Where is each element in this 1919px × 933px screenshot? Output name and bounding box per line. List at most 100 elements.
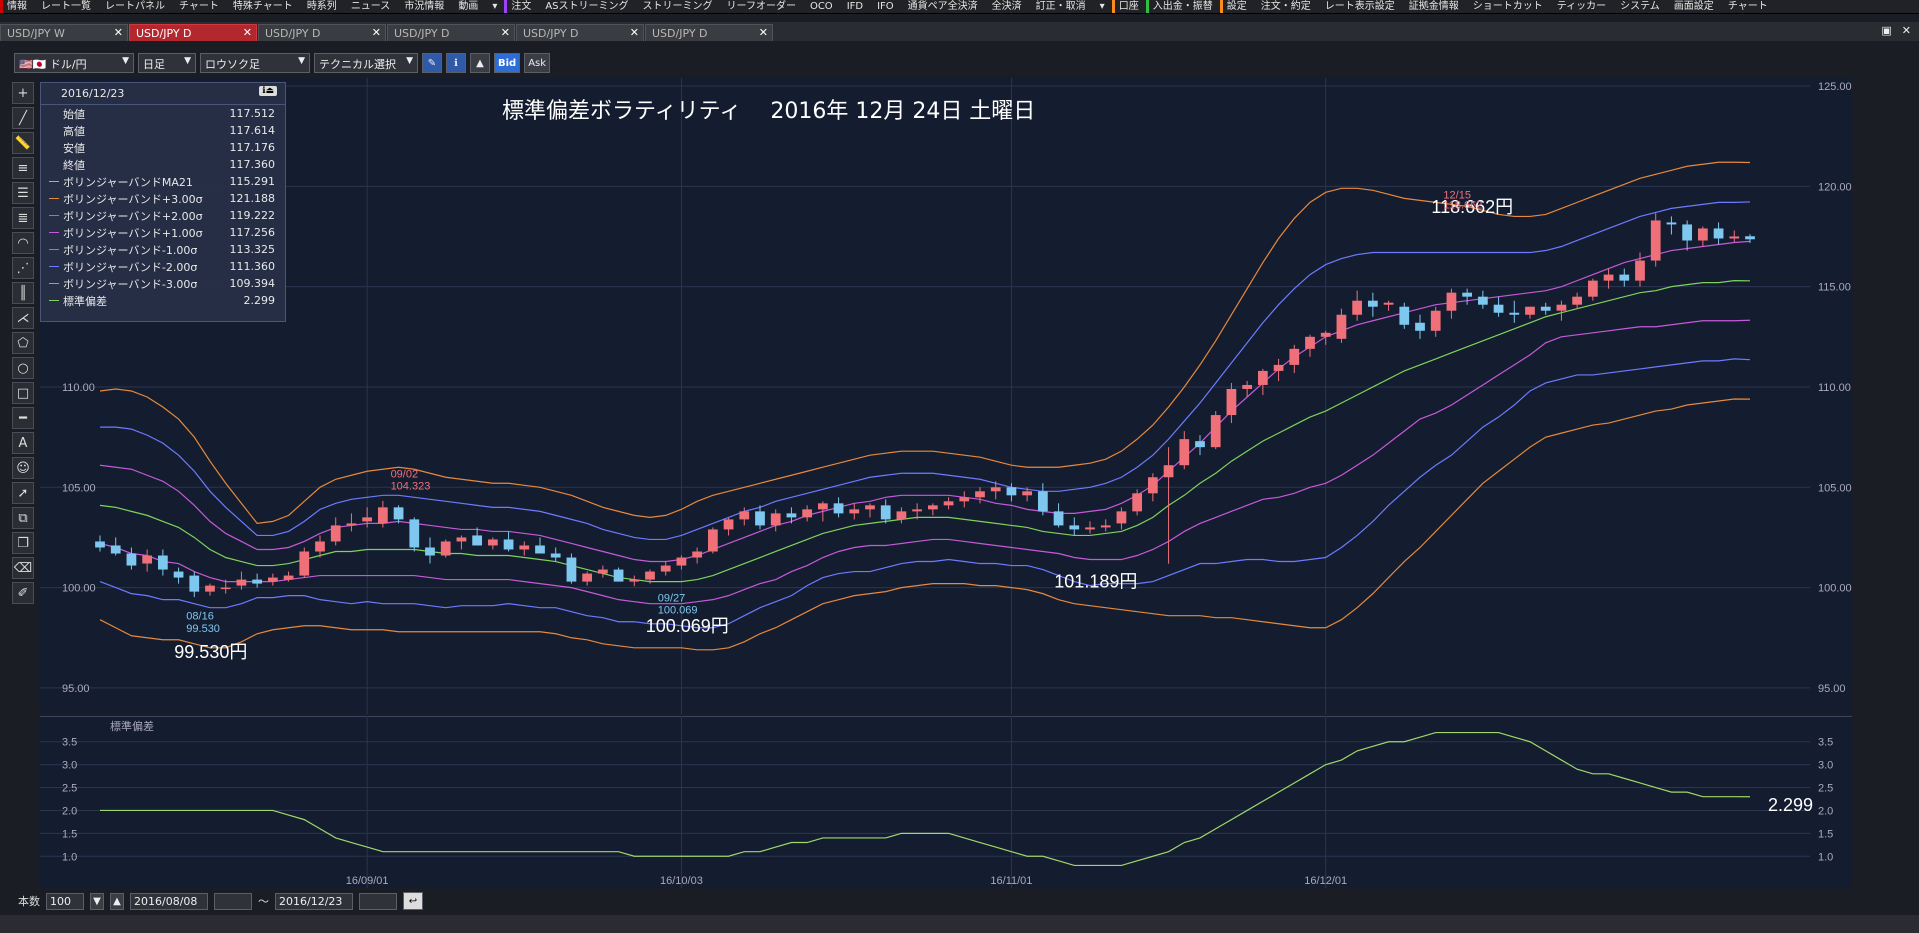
chart-tab[interactable]: USD/JPY W ✕ [0,24,128,41]
menu-item[interactable]: 通貨ペア全決済 [901,0,985,13]
date-from-input[interactable]: 2016/08/08 [130,892,208,910]
clear-tool[interactable]: ✐ [12,582,34,604]
maximize-icon[interactable]: ▣ [1881,24,1891,37]
fan-tool[interactable]: ◠ [12,232,34,254]
gann-tool[interactable]: ⋰ [12,257,34,279]
menu-item[interactable]: ストリーミング [636,0,720,13]
close-icon[interactable]: ✕ [114,26,123,39]
menu-item[interactable]: レート表示設定 [1318,0,1402,13]
menu-item[interactable]: レートパネル [98,0,172,13]
line-tool[interactable]: ━ [12,407,34,429]
text-tool[interactable]: A [12,432,34,454]
hline-tool[interactable]: ≡ [12,157,34,179]
volume-button[interactable]: ▲ [470,53,490,73]
menu-item[interactable]: チャート [1721,0,1775,13]
candle-body [1713,228,1724,239]
close-icon[interactable]: ✕ [243,26,252,39]
rectangle-tool[interactable]: □ [12,382,34,404]
menu-item[interactable]: 訂正・取消 [1029,0,1093,13]
chart-tab[interactable]: USD/JPY D ✕ [129,24,257,41]
info-panel-icons[interactable]: ℹ⏏ [259,86,277,96]
chart-tab[interactable]: USD/JPY D ✕ [387,24,515,41]
stddev-chart[interactable]: 3.5 3.5 3.0 3.0 2.5 2.5 2.0 2.0 1.5 1.5 1.0 1.0 16/0… [40,716,1852,888]
y-tick-label-left: 100.00 [62,583,96,595]
candle-body [1587,280,1598,297]
menu-item[interactable]: IFD [840,0,870,13]
cursor-tool[interactable]: ➚ [12,482,34,504]
menu-item[interactable]: ティッカー [1550,0,1613,13]
candle-body [1179,439,1190,466]
count-up-button[interactable]: ▲ [110,892,124,910]
price-chart[interactable]: 125.00 120.00 115.00 110.00 110.00 105.00 105.… [40,78,1852,714]
paste-tool[interactable]: ❐ [12,532,34,554]
polygon-tool[interactable]: ⬠ [12,332,34,354]
menu-item[interactable]: 動画 [451,0,485,13]
crosshair-tool[interactable]: + [12,82,34,104]
candle-body [189,575,200,592]
currency-pair-select[interactable]: 🇺🇸🇯🇵 ドル/円 ▼ [14,53,134,73]
period-label: 日足 [143,58,165,71]
menu-item[interactable]: チャート [172,0,226,13]
menu-item[interactable]: ▾ [1093,0,1112,13]
pitchfork-tool[interactable]: ⋌ [12,307,34,329]
ruler-tool[interactable]: 📏 [12,132,34,154]
menu-item[interactable]: 市況情報 [397,0,451,13]
tilde: ～ [258,895,269,908]
fibonacci-tool[interactable]: ≣ [12,207,34,229]
menu-item[interactable]: システム [1613,0,1667,13]
date-to-input[interactable]: 2016/12/23 [275,892,353,910]
menu-item[interactable]: OCO [803,0,840,13]
bid-button[interactable]: Bid [494,53,521,73]
reload-button[interactable]: ↩ [403,892,423,910]
close-icon[interactable]: ✕ [630,26,639,39]
menu-item[interactable]: 入出金・振替 [1145,0,1220,13]
menu-item[interactable]: 口座 [1111,0,1146,13]
info-label: ボリンジャーバンド-3.00σ [63,277,198,291]
technical-select[interactable]: テクニカル選択 ▼ [314,53,418,73]
candle-body [817,503,828,510]
menu-item[interactable]: 時系列 [300,0,344,13]
ask-button[interactable]: Ask [524,53,551,73]
candle-body [110,545,121,554]
close-icon[interactable]: ✕ [501,26,510,39]
menu-item[interactable]: 画面設定 [1667,0,1721,13]
time-to-input[interactable] [359,892,397,910]
chart-tab[interactable]: USD/JPY D ✕ [258,24,386,41]
copy-tool[interactable]: ⧉ [12,507,34,529]
menu-item[interactable]: 特殊チャート [226,0,300,13]
sub-y-tick-left: 2.5 [62,783,77,795]
chart-tab[interactable]: USD/JPY D ✕ [645,24,773,41]
eraser-tool[interactable]: ⌫ [12,557,34,579]
menu-item[interactable]: ニュース [344,0,398,13]
circle-tool[interactable]: ○ [12,357,34,379]
menu-item[interactable]: レート一覧 [34,0,98,13]
count-down-button[interactable]: ▼ [90,892,104,910]
menu-item[interactable]: 注文 [504,0,538,13]
menu-item[interactable]: ASストリーミング [538,0,635,13]
chart-style-select[interactable]: ロウソク足 ▼ [200,53,310,73]
channel-tool[interactable]: ☰ [12,182,34,204]
menu-item[interactable]: ▾ [485,0,504,13]
menu-item[interactable]: 注文・約定 [1254,0,1318,13]
icon-tool[interactable]: ☺ [12,457,34,479]
menu-item[interactable]: 設定 [1219,0,1254,13]
menu-item[interactable]: 情報 [0,0,34,13]
vlines-tool[interactable]: ║ [12,282,34,304]
menu-item[interactable]: リーフオーダー [720,0,803,13]
time-from-input[interactable] [214,892,252,910]
pen-button[interactable]: ✎ [422,53,442,73]
close-icon[interactable]: ✕ [372,26,381,39]
info-row: 終値 117.360 [41,156,285,173]
period-select[interactable]: 日足 ▼ [138,53,196,73]
candle-body [707,529,718,552]
count-input[interactable]: 100 [46,892,84,910]
trendline-tool[interactable]: ╱ [12,107,34,129]
close-icon[interactable]: ✕ [759,26,768,39]
chart-tab[interactable]: USD/JPY D ✕ [516,24,644,41]
menu-item[interactable]: IFO [870,0,901,13]
menu-item[interactable]: ショートカット [1466,0,1550,13]
info-button[interactable]: ℹ [446,53,466,73]
menu-item[interactable]: 全決済 [985,0,1029,13]
close-window-icon[interactable]: ✕ [1902,24,1911,37]
menu-item[interactable]: 証拠金情報 [1402,0,1466,13]
